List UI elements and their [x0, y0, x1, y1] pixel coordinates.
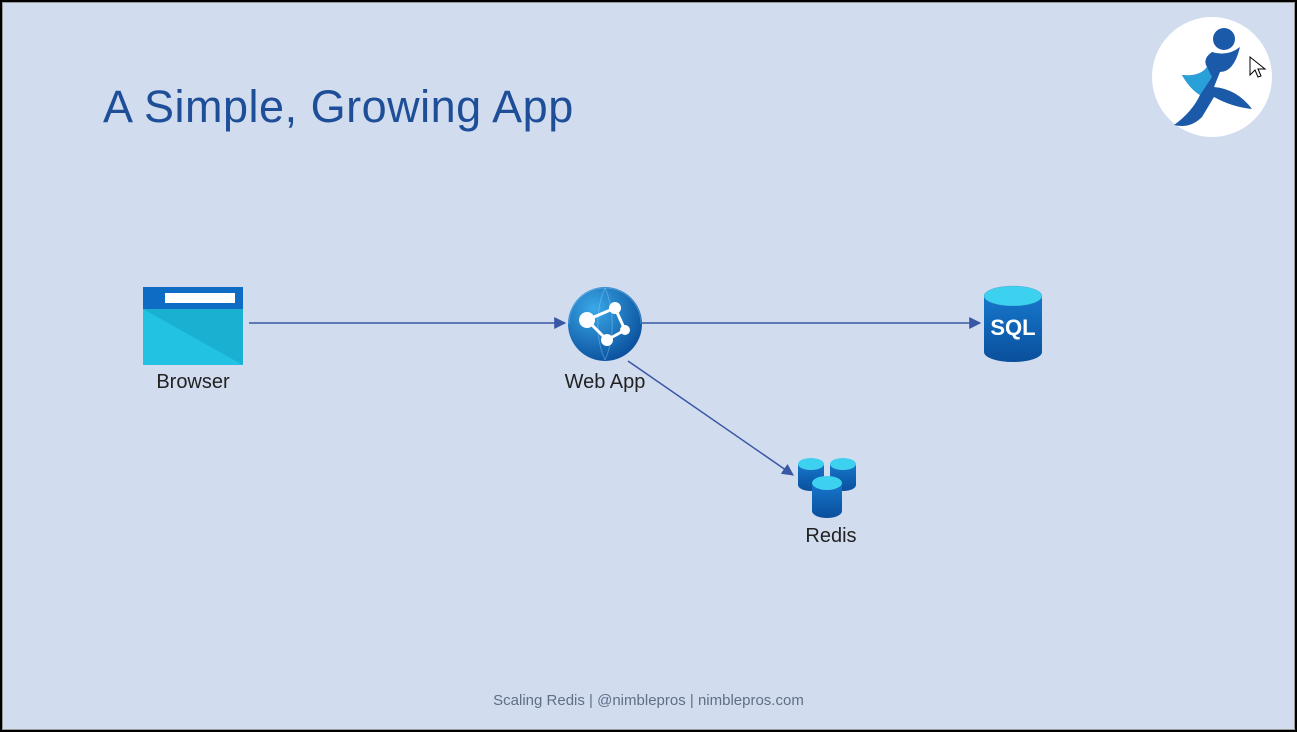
redis-cache-icon	[791, 457, 863, 521]
webapp-node	[567, 286, 643, 362]
webapp-icon	[567, 286, 643, 362]
sql-node: SQL	[983, 285, 1043, 363]
webapp-label: Web App	[555, 371, 655, 394]
sql-database-icon: SQL	[983, 285, 1043, 363]
slide-title: A Simple, Growing App	[103, 81, 574, 133]
browser-icon	[143, 287, 243, 365]
browser-label: Browser	[143, 371, 243, 394]
redis-label: Redis	[781, 525, 881, 548]
slide-footer: Scaling Redis | @nimblepros | nimblepros…	[3, 692, 1294, 709]
sql-text: SQL	[990, 315, 1035, 340]
slide: A Simple, Growing App	[2, 2, 1295, 730]
browser-node	[143, 287, 243, 365]
cursor-icon	[1248, 55, 1268, 79]
redis-node	[791, 457, 863, 521]
